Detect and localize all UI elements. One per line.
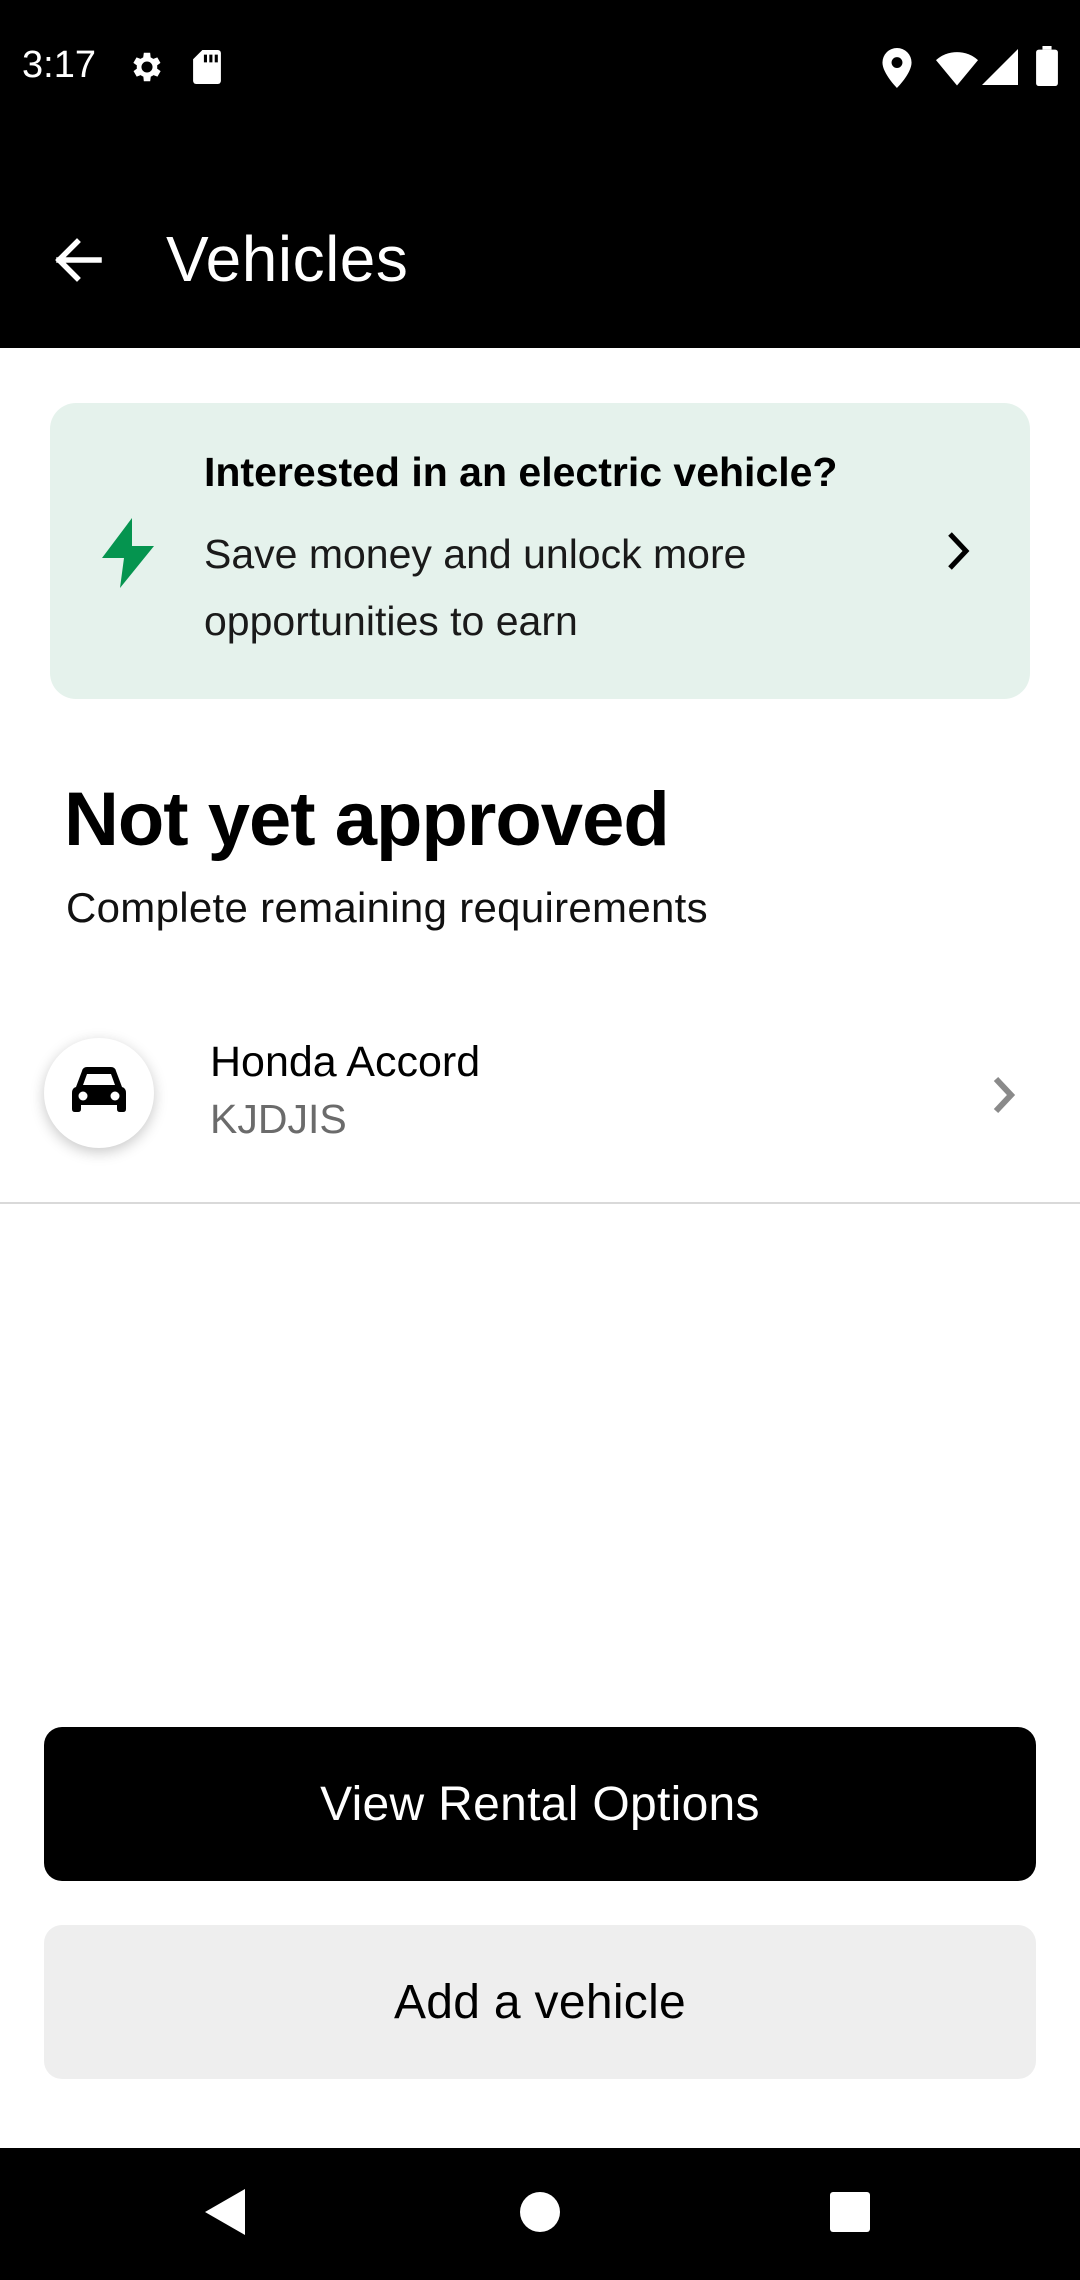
nav-recents-icon [828, 2190, 872, 2239]
promo-title: Interested in an electric vehicle? [204, 449, 838, 495]
page-title: Vehicles [166, 223, 409, 295]
add-vehicle-button[interactable]: Add a vehicle [44, 1925, 1036, 2079]
wifi-icon [936, 50, 978, 91]
back-button[interactable] [40, 224, 116, 300]
chevron-right-icon [944, 528, 974, 574]
section-title: Not yet approved [64, 777, 670, 862]
nav-home-icon [518, 2190, 562, 2239]
nav-back-button[interactable] [196, 2184, 256, 2244]
app-bar: Vehicles [0, 136, 1080, 348]
sd-card-icon [192, 50, 222, 89]
nav-recents-button[interactable] [820, 2184, 880, 2244]
vehicle-name: Honda Accord [210, 1038, 481, 1086]
view-rental-options-button[interactable]: View Rental Options [44, 1727, 1036, 1881]
status-bar: 3:17 [0, 0, 1080, 136]
ev-promo-card[interactable]: Interested in an electric vehicle? Save … [50, 403, 1030, 699]
arrow-left-icon [53, 237, 103, 287]
nav-back-icon [203, 2187, 249, 2242]
vehicle-plate: KJDJIS [210, 1096, 347, 1142]
location-icon [882, 48, 912, 93]
promo-body: Save money and unlock more opportunities… [204, 531, 747, 644]
section-subtitle: Complete remaining requirements [66, 884, 708, 931]
gear-icon [128, 48, 166, 91]
signal-icon [982, 48, 1018, 91]
system-nav-bar [0, 2148, 1080, 2280]
vehicle-list-item[interactable]: Honda Accord KJDJIS [0, 1010, 1080, 1204]
vehicle-avatar [44, 1038, 154, 1148]
status-time: 3:17 [22, 44, 96, 86]
chevron-right-icon [990, 1074, 1018, 1116]
nav-home-button[interactable] [510, 2184, 570, 2244]
screen: 3:17 Vehicles Interested in an electric … [0, 0, 1080, 2280]
battery-icon [1036, 46, 1058, 91]
lightning-bolt-icon [100, 518, 156, 588]
car-icon [72, 1066, 126, 1120]
